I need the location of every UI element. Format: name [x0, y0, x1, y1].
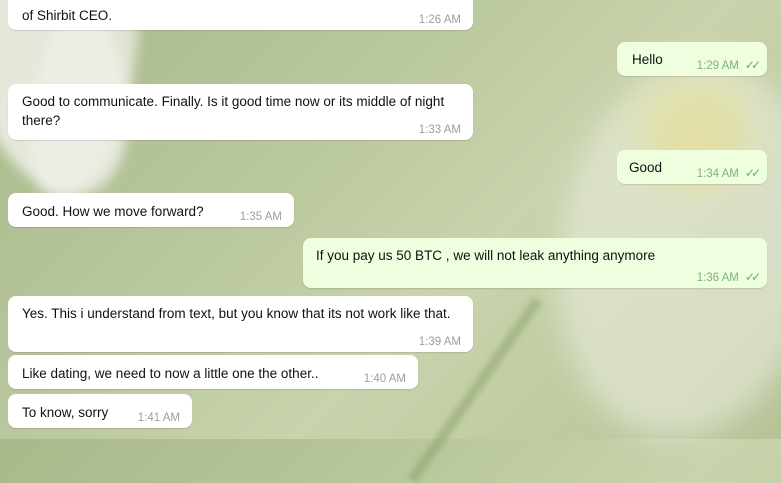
message-text: Like dating, we need to now a little one… — [22, 366, 319, 381]
message-time: 1:29 AM — [696, 60, 739, 72]
double-check-icon: ✓✓ — [744, 58, 761, 72]
message-text: of Shirbit CEO. — [22, 8, 113, 23]
incoming-message[interactable]: of Shirbit CEO. 1:26 AM — [8, 0, 473, 30]
message-time: 1:41 AM — [137, 412, 180, 424]
incoming-message[interactable]: Good to communicate. Finally. Is it good… — [8, 84, 473, 140]
outgoing-message[interactable]: Good 1:34 AM ✓✓ — [617, 150, 767, 184]
incoming-message[interactable]: Like dating, we need to now a little one… — [8, 355, 418, 389]
double-check-icon: ✓✓ — [744, 270, 761, 284]
message-time: 1:40 AM — [363, 373, 406, 385]
message-text: Good to communicate. Finally. Is it good… — [22, 94, 445, 128]
message-text: To know, sorry — [22, 405, 109, 420]
double-check-icon: ✓✓ — [744, 166, 761, 180]
message-text: Good — [629, 160, 663, 175]
incoming-message[interactable]: Good. How we move forward? 1:35 AM — [8, 193, 294, 227]
message-text: Hello — [632, 52, 663, 67]
message-text: Good. How we move forward? — [22, 204, 204, 219]
message-time: 1:35 AM — [239, 211, 282, 223]
incoming-message[interactable]: To know, sorry 1:41 AM — [8, 394, 192, 428]
message-time: 1:26 AM — [418, 14, 461, 26]
message-time: 1:34 AM — [696, 168, 739, 180]
message-time: 1:33 AM — [418, 124, 461, 136]
message-time: 1:39 AM — [418, 336, 461, 348]
message-text: Yes. This i understand from text, but yo… — [22, 306, 451, 321]
incoming-message[interactable]: Yes. This i understand from text, but yo… — [8, 296, 473, 352]
outgoing-message[interactable]: Hello 1:29 AM ✓✓ — [617, 42, 767, 76]
message-time: 1:36 AM — [696, 272, 739, 284]
message-text: If you pay us 50 BTC , we will not leak … — [316, 248, 656, 263]
outgoing-message[interactable]: If you pay us 50 BTC , we will not leak … — [303, 238, 767, 288]
